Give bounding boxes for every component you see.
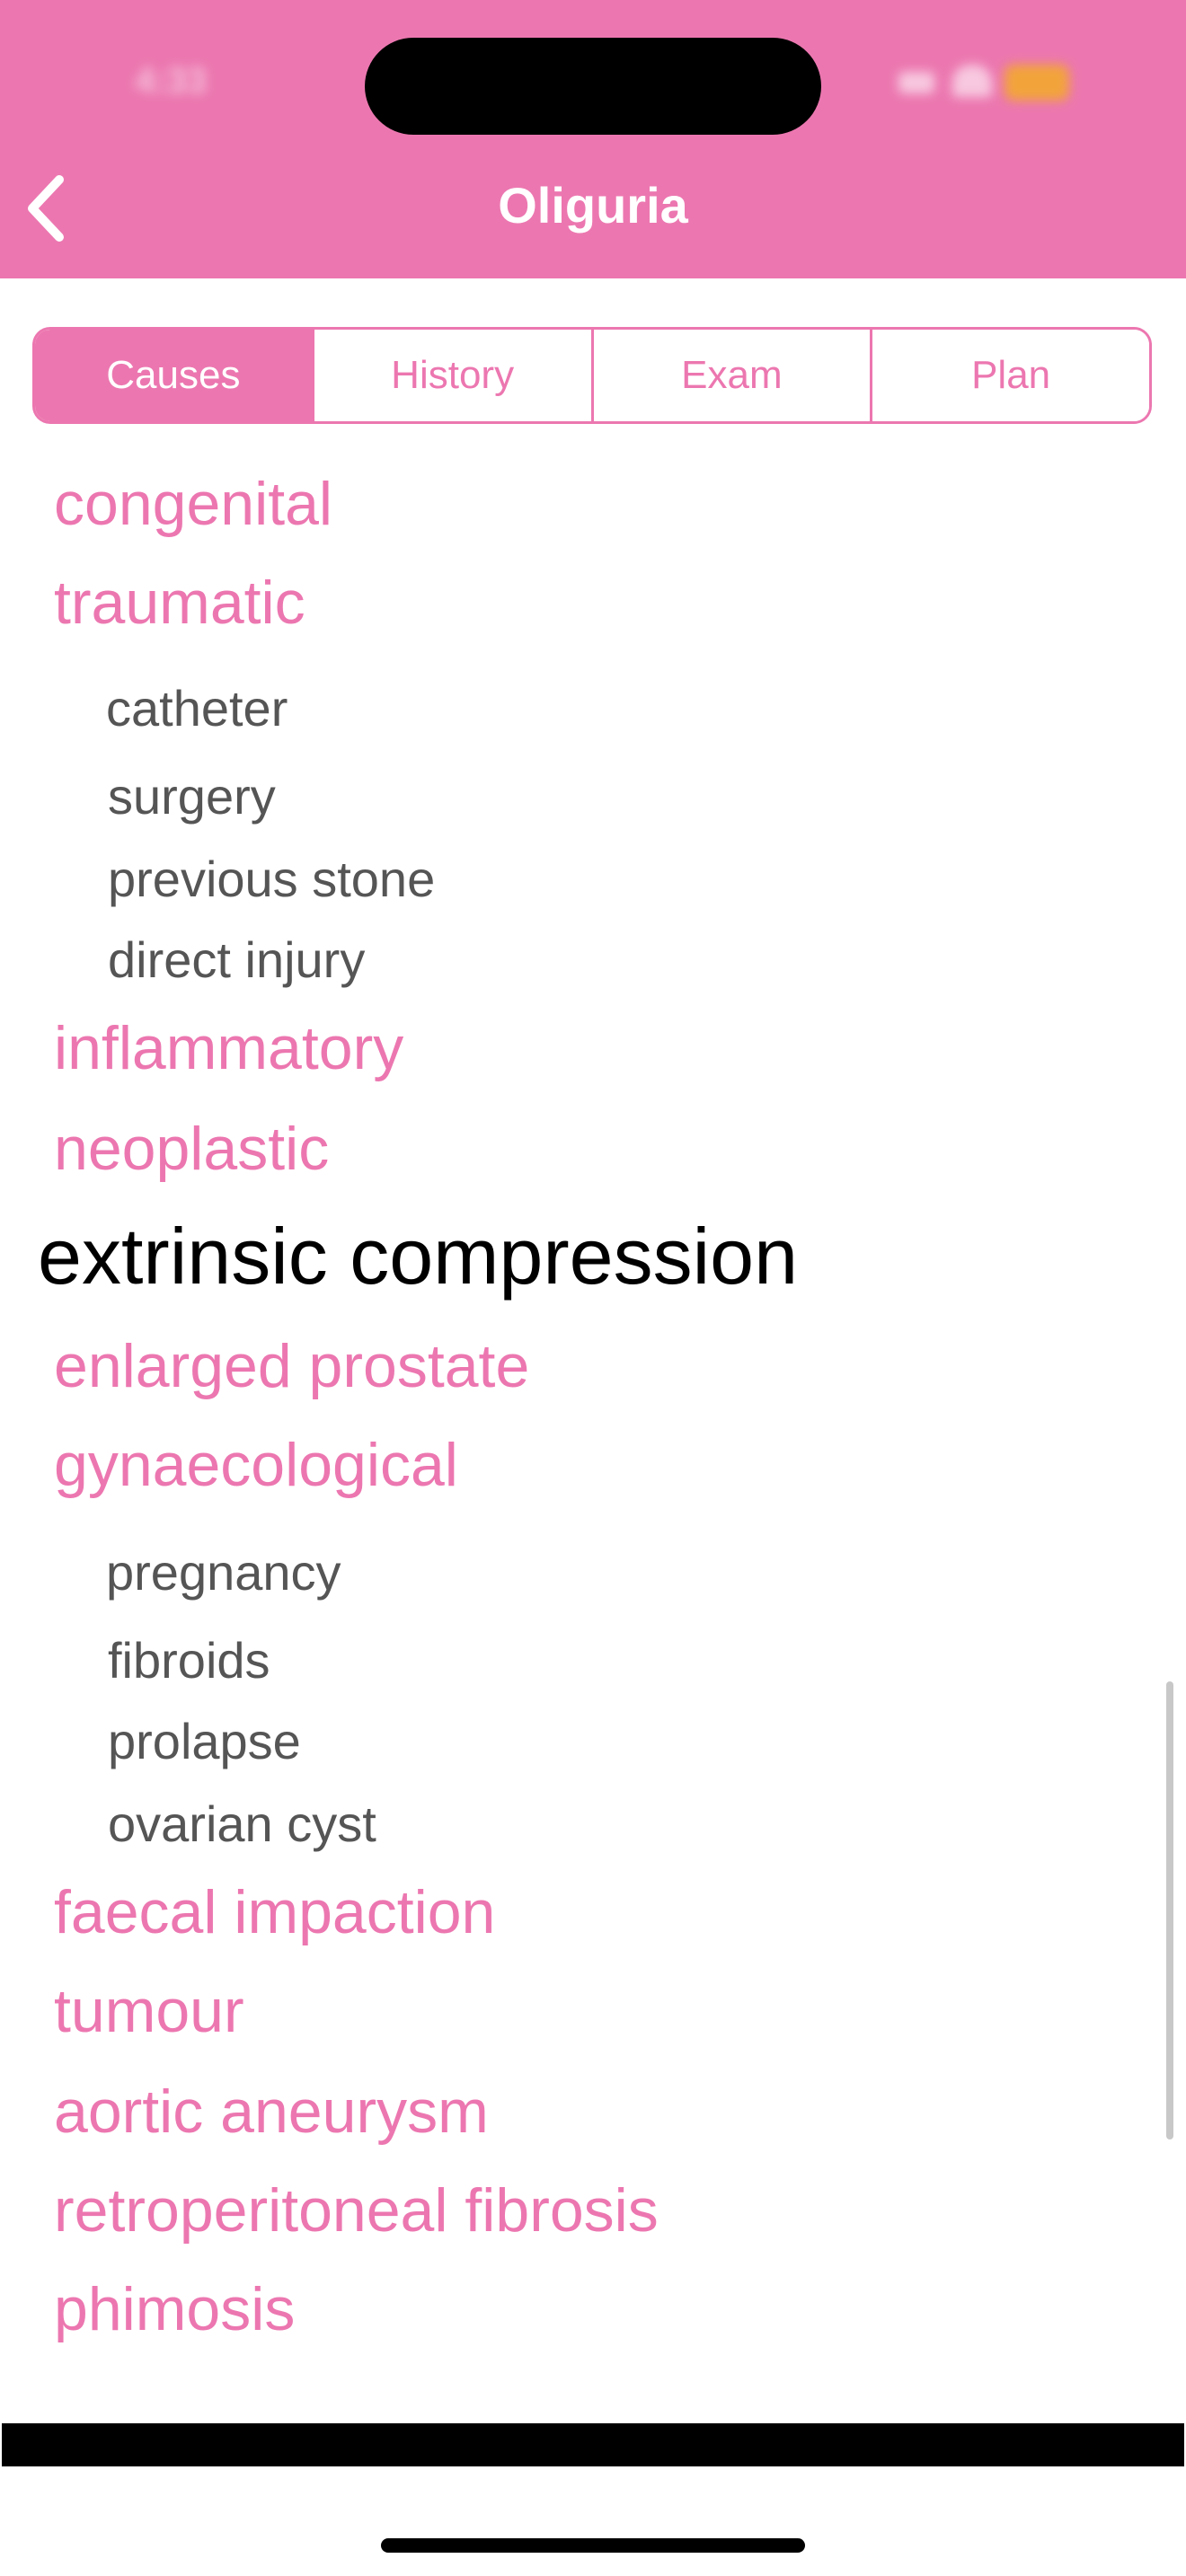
list-item-enlarged-prostate[interactable]: enlarged prostate [54,1331,529,1401]
tab-bar: Causes History Exam Plan [32,327,1152,424]
list-item-aortic-aneurysm[interactable]: aortic aneurysm [54,2077,489,2147]
list-item-gynaecological[interactable]: gynaecological [54,1430,458,1500]
list-subitem-catheter: catheter [106,680,288,737]
battery-icon [1005,65,1069,101]
page-title: Oliguria [498,177,688,234]
list-item-inflammatory[interactable]: inflammatory [54,1013,403,1083]
list-subitem-surgery: surgery [108,768,276,825]
list-subitem-direct-injury: direct injury [108,931,366,988]
airplane-icon [898,72,934,93]
list-item-neoplastic[interactable]: neoplastic [54,1114,329,1184]
status-icons [898,59,1078,106]
list-item-retroperitoneal-fibrosis[interactable]: retroperitoneal fibrosis [54,2175,659,2245]
list-subitem-pregnancy: pregnancy [106,1544,341,1601]
list-subitem-previous-stone: previous stone [108,851,436,907]
nav-header: 4:33 Oliguria [0,0,1186,278]
list-item-phimosis[interactable]: phimosis [54,2274,295,2344]
list-item-congenital[interactable]: congenital [54,469,332,539]
list-item-tumour[interactable]: tumour [54,1976,244,2046]
tab-causes[interactable]: Causes [35,330,312,421]
tab-exam[interactable]: Exam [590,330,871,421]
screen: 4:33 Oliguria Causes History Exam Plan c… [0,0,1186,2576]
bottom-bar [2,2423,1184,2466]
scroll-indicator[interactable] [1166,1681,1173,2139]
status-time: 4:33 [135,61,208,101]
dynamic-island [365,38,821,135]
list-item-faecal-impaction[interactable]: faecal impaction [54,1877,495,1947]
list-subitem-fibroids: fibroids [108,1632,270,1689]
home-indicator[interactable] [381,2538,805,2553]
tab-history[interactable]: History [311,330,591,421]
tab-plan[interactable]: Plan [870,330,1149,421]
list-subitem-ovarian-cyst: ovarian cyst [108,1795,376,1852]
section-heading: extrinsic compression [38,1212,799,1301]
wifi-icon [952,65,992,97]
list-subitem-prolapse: prolapse [108,1713,301,1769]
list-item-traumatic[interactable]: traumatic [54,568,305,638]
